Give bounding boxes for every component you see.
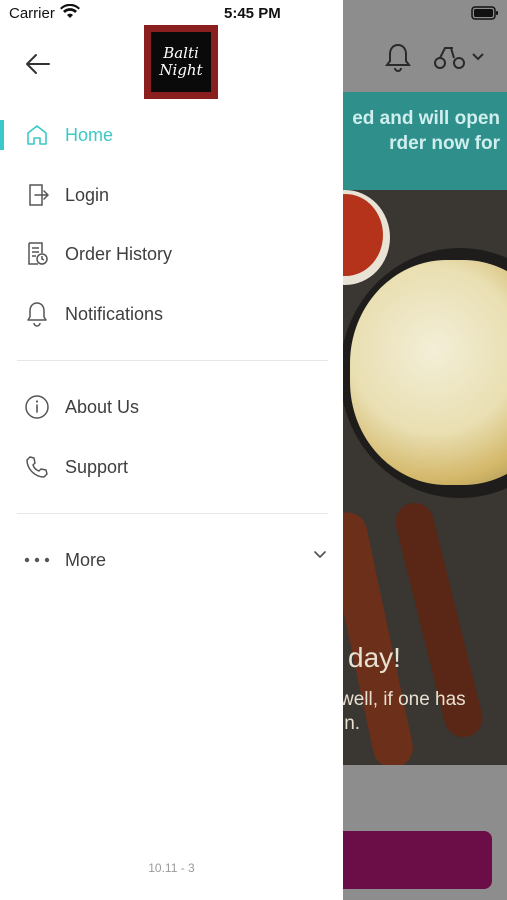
menu-item-label: Notifications bbox=[65, 303, 164, 324]
app-version: 10.11 - 3 bbox=[148, 861, 195, 875]
restaurant-logo: Balti Night bbox=[144, 25, 218, 99]
home-icon bbox=[24, 122, 50, 148]
bell-icon bbox=[24, 301, 50, 327]
phone-icon bbox=[24, 454, 50, 480]
hero-subtitle: well, if one has in. bbox=[340, 689, 466, 734]
menu-item-home[interactable]: Home bbox=[0, 110, 343, 160]
menu-item-label: About Us bbox=[65, 396, 140, 417]
menu-item-label: Order History bbox=[65, 243, 173, 264]
clock: 5:45 PM bbox=[224, 5, 281, 22]
delivery-scooter-icon[interactable] bbox=[433, 44, 487, 70]
menu-item-support[interactable]: Support bbox=[0, 442, 343, 492]
more-dots-icon bbox=[24, 547, 50, 573]
logo-text-line-1: Balti bbox=[163, 44, 199, 62]
menu-item-label: More bbox=[65, 549, 107, 570]
menu-item-more[interactable]: More bbox=[0, 535, 343, 585]
logo-mark: Balti Night bbox=[151, 32, 211, 92]
order-history-icon bbox=[24, 241, 50, 267]
carrier-label: Carrier bbox=[9, 5, 55, 22]
menu-item-label: Home bbox=[65, 124, 114, 145]
info-icon bbox=[24, 394, 50, 420]
menu-item-label: Support bbox=[65, 456, 129, 477]
bell-icon[interactable] bbox=[385, 42, 411, 72]
back-button[interactable] bbox=[20, 46, 56, 82]
menu-item-order-history[interactable]: Order History bbox=[0, 229, 343, 279]
wifi-icon bbox=[60, 4, 80, 18]
menu-divider bbox=[17, 513, 328, 514]
navigation-drawer: Carrier 5:45 PM Balti Night Home Login O… bbox=[0, 0, 343, 900]
arrow-left-icon bbox=[26, 54, 50, 74]
status-bar: Carrier 5:45 PM bbox=[0, 0, 343, 28]
logo-text-line-2: Night bbox=[159, 61, 203, 79]
hero-title: day! bbox=[348, 642, 401, 673]
menu-item-about-us[interactable]: About Us bbox=[0, 382, 343, 432]
background-header-icons bbox=[385, 42, 487, 72]
order-button[interactable] bbox=[330, 831, 492, 889]
menu-item-login[interactable]: Login bbox=[0, 170, 343, 220]
menu-item-notifications[interactable]: Notifications bbox=[0, 289, 343, 339]
menu-item-label: Login bbox=[65, 184, 110, 205]
menu-divider bbox=[17, 360, 328, 361]
login-icon bbox=[24, 182, 50, 208]
battery-icon bbox=[471, 6, 498, 20]
chevron-down-icon bbox=[314, 551, 326, 558]
